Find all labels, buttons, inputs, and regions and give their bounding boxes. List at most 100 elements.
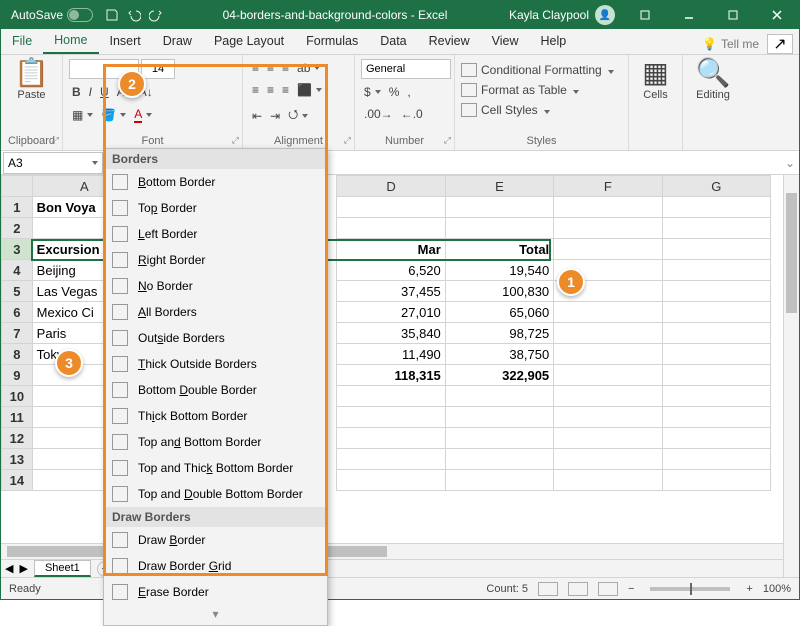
cell-styles-button[interactable]: Cell Styles bbox=[461, 103, 550, 117]
cell[interactable] bbox=[554, 407, 662, 428]
cell[interactable] bbox=[662, 323, 770, 344]
ribbon-options-icon[interactable] bbox=[623, 1, 667, 29]
user-account[interactable]: Kayla Claypool 👤 bbox=[501, 5, 623, 25]
tab-home[interactable]: Home bbox=[43, 28, 98, 54]
tab-file[interactable]: File bbox=[1, 28, 43, 54]
number-format-input[interactable] bbox=[361, 59, 451, 79]
row-header[interactable]: 9 bbox=[2, 365, 33, 386]
cell[interactable]: 6,520 bbox=[337, 260, 445, 281]
menu-item[interactable]: Thick Bottom Border bbox=[104, 403, 327, 429]
cell[interactable]: 35,840 bbox=[337, 323, 445, 344]
row-header[interactable]: 5 bbox=[2, 281, 33, 302]
minimize-button[interactable] bbox=[667, 1, 711, 29]
row-header[interactable]: 7 bbox=[2, 323, 33, 344]
cell[interactable] bbox=[554, 218, 662, 239]
cell[interactable] bbox=[554, 239, 662, 260]
cell[interactable]: 100,830 bbox=[445, 281, 553, 302]
cell[interactable] bbox=[445, 407, 553, 428]
cell[interactable] bbox=[445, 470, 553, 491]
align-bottom-button[interactable]: ≡ bbox=[279, 59, 292, 77]
zoom-out-button[interactable]: − bbox=[628, 583, 634, 595]
page-layout-view-icon[interactable] bbox=[568, 582, 588, 596]
menu-more-icon[interactable]: ▾ bbox=[104, 605, 327, 625]
dialog-launcher-icon[interactable]: ⤢ bbox=[232, 135, 239, 146]
tab-page-layout[interactable]: Page Layout bbox=[203, 28, 295, 54]
orientation-button[interactable]: ⭯ bbox=[285, 103, 311, 128]
row-header[interactable]: 14 bbox=[2, 470, 33, 491]
align-middle-button[interactable]: ≡ bbox=[264, 59, 277, 77]
dialog-launcher-icon[interactable]: ⤢ bbox=[52, 135, 59, 146]
close-button[interactable] bbox=[755, 1, 799, 29]
undo-icon[interactable] bbox=[127, 8, 141, 22]
cell[interactable]: 322,905 bbox=[445, 365, 553, 386]
cell[interactable]: Total bbox=[445, 239, 553, 260]
autosave-toggle[interactable]: AutoSave bbox=[1, 8, 99, 22]
save-icon[interactable] bbox=[105, 8, 119, 22]
cell[interactable] bbox=[662, 197, 770, 218]
menu-item[interactable]: Top and Double Bottom Border bbox=[104, 481, 327, 507]
cell[interactable] bbox=[554, 197, 662, 218]
cell[interactable] bbox=[445, 449, 553, 470]
cell[interactable] bbox=[445, 197, 553, 218]
cell[interactable]: 98,725 bbox=[445, 323, 553, 344]
accounting-format-button[interactable]: $ bbox=[361, 83, 384, 101]
row-header[interactable]: 13 bbox=[2, 449, 33, 470]
column-header[interactable]: F bbox=[554, 176, 662, 197]
cell[interactable] bbox=[337, 428, 445, 449]
vertical-scrollbar[interactable] bbox=[783, 175, 799, 577]
row-header[interactable]: 12 bbox=[2, 428, 33, 449]
zoom-in-button[interactable]: + bbox=[746, 583, 752, 595]
menu-item[interactable]: No Border bbox=[104, 273, 327, 299]
menu-item[interactable]: Top Border bbox=[104, 195, 327, 221]
cell[interactable] bbox=[554, 428, 662, 449]
dialog-launcher-icon[interactable]: ⤢ bbox=[444, 135, 451, 146]
cell[interactable] bbox=[337, 470, 445, 491]
cell[interactable] bbox=[662, 344, 770, 365]
cell[interactable] bbox=[337, 197, 445, 218]
merge-center-button[interactable]: ⬛ bbox=[294, 81, 325, 99]
column-header[interactable]: G bbox=[662, 176, 770, 197]
cell[interactable] bbox=[337, 407, 445, 428]
font-color-button[interactable]: A bbox=[131, 105, 155, 125]
tell-me-search[interactable]: 💡 Tell me bbox=[702, 37, 759, 51]
cell[interactable] bbox=[445, 428, 553, 449]
name-box[interactable]: A3 bbox=[3, 152, 103, 174]
cell[interactable] bbox=[445, 386, 553, 407]
tab-insert[interactable]: Insert bbox=[99, 28, 152, 54]
row-header[interactable]: 11 bbox=[2, 407, 33, 428]
bold-button[interactable]: B bbox=[69, 83, 84, 101]
cell[interactable] bbox=[662, 386, 770, 407]
zoom-level[interactable]: 100% bbox=[763, 583, 791, 595]
page-break-view-icon[interactable] bbox=[598, 582, 618, 596]
menu-item[interactable]: Bottom Border bbox=[104, 169, 327, 195]
underline-button[interactable]: U bbox=[97, 83, 112, 101]
cell[interactable] bbox=[445, 218, 553, 239]
align-left-button[interactable]: ≡ bbox=[249, 81, 262, 99]
editing-button[interactable]: 🔍 Editing bbox=[690, 59, 736, 101]
cell[interactable] bbox=[554, 365, 662, 386]
tab-view[interactable]: View bbox=[481, 28, 530, 54]
menu-item[interactable]: Left Border bbox=[104, 221, 327, 247]
cell[interactable] bbox=[662, 407, 770, 428]
tab-data[interactable]: Data bbox=[369, 28, 417, 54]
cell[interactable] bbox=[662, 281, 770, 302]
comma-button[interactable]: , bbox=[404, 83, 413, 101]
cell[interactable] bbox=[662, 260, 770, 281]
zoom-slider[interactable] bbox=[650, 587, 730, 591]
expand-formula-bar-icon[interactable]: ⌄ bbox=[781, 156, 799, 170]
cell[interactable] bbox=[662, 365, 770, 386]
sheet-nav-prev-icon[interactable]: ◀ bbox=[5, 562, 13, 575]
align-top-button[interactable]: ≡ bbox=[249, 59, 262, 77]
cell[interactable] bbox=[554, 449, 662, 470]
cell[interactable]: 38,750 bbox=[445, 344, 553, 365]
column-header[interactable]: D bbox=[337, 176, 445, 197]
cell[interactable] bbox=[662, 470, 770, 491]
cell[interactable] bbox=[554, 470, 662, 491]
cell[interactable]: 37,455 bbox=[337, 281, 445, 302]
column-header[interactable]: E bbox=[445, 176, 553, 197]
conditional-formatting-button[interactable]: Conditional Formatting bbox=[461, 63, 614, 77]
row-header[interactable]: 8 bbox=[2, 344, 33, 365]
cell[interactable]: 11,490 bbox=[337, 344, 445, 365]
italic-button[interactable]: I bbox=[86, 83, 95, 101]
cell[interactable]: 27,010 bbox=[337, 302, 445, 323]
